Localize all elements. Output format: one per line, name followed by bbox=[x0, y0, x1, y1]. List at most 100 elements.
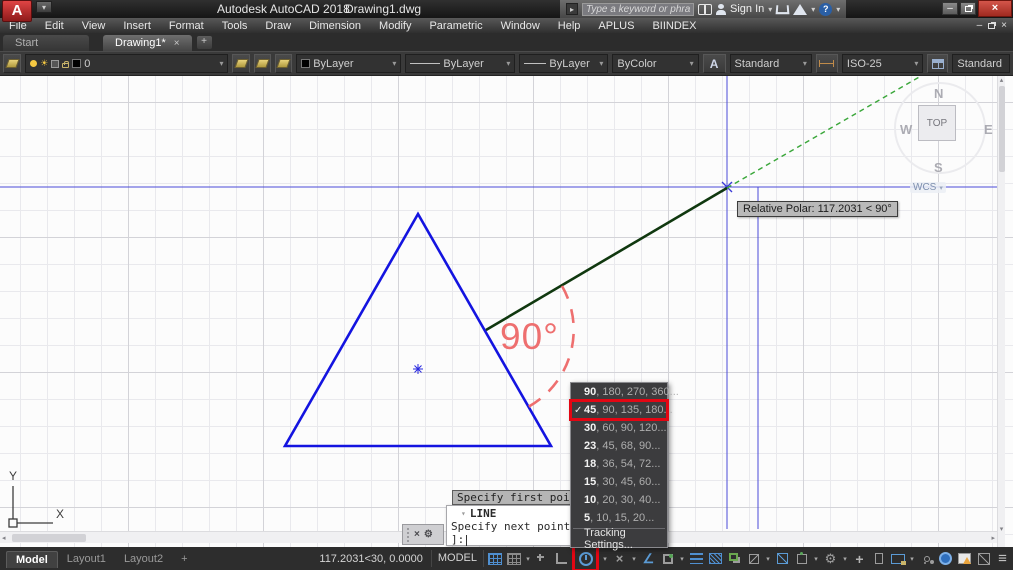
annotation-scale-icon[interactable]: + bbox=[851, 549, 868, 568]
customization-menu-icon[interactable]: ≡ bbox=[994, 549, 1011, 568]
viewcube-east[interactable]: E bbox=[984, 122, 993, 137]
tab-layout1[interactable]: Layout1 bbox=[58, 551, 115, 568]
wcs-menu[interactable]: WCS ▾ bbox=[910, 182, 946, 193]
new-tab-button[interactable]: + bbox=[196, 36, 212, 49]
menu-item-tracking-settings[interactable]: Tracking Settings... bbox=[571, 527, 667, 551]
tab-close-icon[interactable]: × bbox=[174, 38, 180, 49]
doc-close-icon[interactable]: × bbox=[1001, 20, 1007, 31]
restore-button[interactable] bbox=[960, 2, 976, 15]
performance-warning-icon[interactable] bbox=[956, 549, 973, 568]
viewcube[interactable]: N W E S TOP WCS ▾ bbox=[888, 80, 993, 198]
vertical-scrollbar[interactable]: ▴ ▾ bbox=[997, 76, 1005, 547]
doc-minimize-icon[interactable]: – bbox=[977, 20, 983, 31]
menu-window[interactable]: Window bbox=[492, 20, 549, 32]
quick-properties-dropdown-icon[interactable]: ▾ bbox=[908, 555, 916, 563]
color-combo[interactable]: ByLayer ▾ bbox=[296, 54, 402, 73]
recent-commands-icon[interactable]: ▾ bbox=[461, 509, 466, 518]
lineweight-dropdown-icon[interactable]: ▾ bbox=[599, 59, 603, 68]
sign-in-button[interactable]: Sign In bbox=[730, 3, 764, 15]
menu-item-angles-10[interactable]: 10, 20, 30, 40... bbox=[571, 491, 667, 509]
scroll-down-icon[interactable]: ▾ bbox=[1000, 525, 1004, 533]
viewcube-west[interactable]: W bbox=[900, 122, 912, 137]
help-icon[interactable]: ? bbox=[819, 2, 833, 16]
quick-properties-icon[interactable] bbox=[889, 549, 906, 568]
layer-states-button[interactable] bbox=[274, 54, 293, 73]
menu-format[interactable]: Format bbox=[160, 20, 213, 32]
object-snap-icon[interactable] bbox=[659, 549, 676, 568]
snap-dropdown-icon[interactable]: ▾ bbox=[524, 555, 532, 563]
linetype-combo[interactable]: ByLayer ▾ bbox=[405, 54, 516, 73]
wcs-dropdown-icon[interactable]: ▾ bbox=[939, 184, 943, 192]
menu-dimension[interactable]: Dimension bbox=[300, 20, 370, 32]
menu-item-angles-45[interactable]: ✓ 45, 90, 135, 180... bbox=[569, 399, 673, 421]
palette-grip[interactable] bbox=[406, 527, 410, 542]
selection-filter-dropdown-icon[interactable]: ▾ bbox=[812, 555, 820, 563]
dynamic-ucs-icon[interactable] bbox=[774, 549, 791, 568]
close-button[interactable]: × bbox=[978, 0, 1012, 17]
autocad-logo[interactable]: A bbox=[2, 0, 32, 22]
selection-cycling-icon[interactable] bbox=[726, 549, 743, 568]
drawing-canvas[interactable]: Y X 90° Relative Polar: 117.2031 < 90° N… bbox=[0, 76, 1013, 547]
dim-style-button[interactable] bbox=[815, 54, 838, 73]
menu-draw[interactable]: Draw bbox=[256, 20, 300, 32]
lineweight-combo[interactable]: ByLayer ▾ bbox=[519, 54, 609, 73]
sign-in-dropdown-icon[interactable]: ▾ bbox=[768, 5, 772, 14]
transparency-icon[interactable] bbox=[707, 549, 724, 568]
menu-tools[interactable]: Tools bbox=[213, 20, 257, 32]
tab-model[interactable]: Model bbox=[6, 550, 58, 568]
menu-aplus[interactable]: APLUS bbox=[589, 20, 643, 32]
isometric-drafting-icon[interactable]: × bbox=[611, 549, 628, 568]
text-style-dropdown-icon[interactable]: ▾ bbox=[803, 59, 807, 68]
plot-style-dropdown-icon[interactable]: ▾ bbox=[690, 59, 694, 68]
viewcube-top-face[interactable]: TOP bbox=[918, 105, 956, 141]
plot-style-combo[interactable]: ByColor ▾ bbox=[612, 54, 699, 73]
menu-view[interactable]: View bbox=[73, 20, 115, 32]
ortho-mode-icon[interactable] bbox=[553, 549, 570, 568]
menu-item-angles-90[interactable]: 90, 180, 270, 360... bbox=[571, 383, 679, 401]
3d-object-snap-icon[interactable] bbox=[745, 549, 762, 568]
text-style-button[interactable]: A bbox=[702, 54, 726, 73]
dim-style-combo[interactable]: ISO-25 ▾ bbox=[841, 54, 924, 73]
quick-access-dropdown[interactable]: ▾ bbox=[36, 1, 52, 13]
doc-restore-icon[interactable] bbox=[988, 22, 996, 29]
vertical-scroll-thumb[interactable] bbox=[998, 86, 1005, 172]
object-snap-tracking-icon[interactable]: ∠ bbox=[640, 549, 657, 568]
search-input[interactable] bbox=[582, 2, 694, 16]
layer-dropdown-icon[interactable]: ▾ bbox=[219, 59, 223, 68]
polar-dropdown-icon[interactable]: ▾ bbox=[601, 555, 609, 563]
polar-tracking-icon[interactable] bbox=[577, 549, 594, 568]
text-style-combo[interactable]: Standard ▾ bbox=[729, 54, 812, 73]
menu-edit[interactable]: Edit bbox=[36, 20, 73, 32]
hardware-acceleration-icon[interactable] bbox=[937, 549, 954, 568]
app-store-icon[interactable] bbox=[793, 3, 808, 15]
scroll-right-icon[interactable]: ▸ bbox=[991, 534, 995, 542]
snap-mode-icon[interactable] bbox=[505, 549, 522, 568]
units-icon[interactable] bbox=[870, 549, 887, 568]
menu-parametric[interactable]: Parametric bbox=[420, 20, 491, 32]
isodraft-dropdown-icon[interactable]: ▾ bbox=[630, 555, 638, 563]
layer-properties-button[interactable] bbox=[3, 54, 22, 73]
tab-start[interactable]: Start bbox=[3, 35, 89, 51]
layer-combo[interactable]: ☀ 0 ▾ bbox=[25, 54, 229, 73]
selection-filter-icon[interactable] bbox=[793, 549, 810, 568]
color-dropdown-icon[interactable]: ▾ bbox=[392, 59, 396, 68]
tab-layout2[interactable]: Layout2 bbox=[115, 551, 172, 568]
menu-item-angles-18[interactable]: 18, 36, 54, 72... bbox=[571, 455, 667, 473]
3dosnap-dropdown-icon[interactable]: ▾ bbox=[764, 555, 772, 563]
model-space-button[interactable]: MODEL bbox=[430, 550, 484, 567]
lineweight-display-icon[interactable] bbox=[688, 549, 705, 568]
dynamic-input-icon[interactable] bbox=[534, 549, 551, 568]
help-dropdown-icon[interactable]: ▾ bbox=[836, 5, 840, 14]
layer-previous-button[interactable] bbox=[253, 54, 271, 73]
menu-item-angles-5[interactable]: 5, 10, 15, 20... bbox=[571, 509, 667, 527]
menu-help[interactable]: Help bbox=[549, 20, 590, 32]
osnap-dropdown-icon[interactable]: ▾ bbox=[678, 555, 686, 563]
isolate-objects-icon[interactable] bbox=[918, 549, 935, 568]
search-icon[interactable] bbox=[698, 4, 712, 15]
new-layout-button[interactable]: + bbox=[172, 551, 196, 568]
infocenter-expand-icon[interactable]: ▸ bbox=[566, 3, 578, 15]
grid-display-icon[interactable] bbox=[486, 549, 503, 568]
scroll-up-icon[interactable]: ▴ bbox=[1000, 76, 1004, 84]
viewcube-south[interactable]: S bbox=[934, 160, 943, 175]
clean-screen-icon[interactable] bbox=[975, 549, 992, 568]
